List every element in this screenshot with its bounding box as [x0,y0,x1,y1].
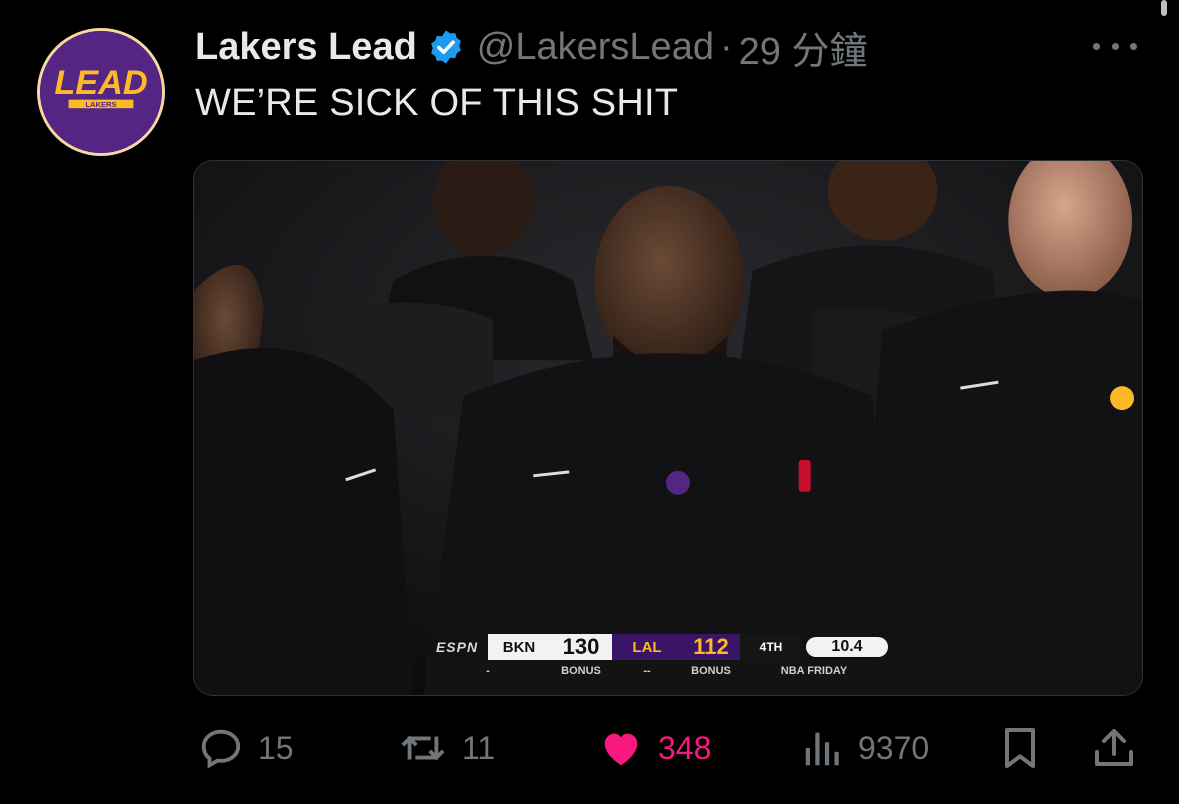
tweet-time[interactable]: 29 分鐘 [739,20,868,75]
network-logo: ESPN [426,634,488,660]
dash-left: - [486,665,490,677]
more-options-icon[interactable] [1093,26,1137,66]
author-handle[interactable]: @LakersLead [477,26,714,69]
reply-button[interactable]: 15 [196,718,294,778]
tweet-header: Lakers Lead @LakersLead · 29 分鐘 [195,20,868,75]
dash-mid: -- [643,665,651,677]
tweet-actions-bar: 15 11 348 9370 [0,718,1179,778]
bookmark-icon [1005,728,1035,768]
bonus-right: BONUS [691,665,731,677]
away-score: 112 [682,634,740,660]
logo-subtext: LAKERS [85,100,116,109]
reply-count: 15 [258,729,294,766]
reply-icon [201,729,241,769]
verified-badge-icon [430,30,461,64]
away-team: LAL [612,634,682,660]
scoreboard-bottom-row: - BONUS -- BONUS NBA FRIDAY [426,660,1118,682]
author-name[interactable]: Lakers Lead [195,26,417,69]
like-button[interactable]: 348 [596,718,711,778]
separator-dot: · [719,25,733,68]
retweet-button[interactable]: 11 [396,718,495,778]
views-button[interactable]: 9370 [800,718,929,778]
home-score: 130 [550,634,612,660]
retweet-icon [401,735,445,761]
avatar[interactable]: LEAD LAKERS [37,28,165,156]
more-dot [1130,42,1137,50]
scoreboard-top-row: ESPN BKN 130 LAL 112 4TH 10.4 [426,634,888,660]
views-icon [805,732,839,766]
like-count: 348 [658,729,712,766]
courtside-bench-photo [194,161,1142,695]
views-count: 9370 [858,729,930,766]
retweet-count: 11 [462,729,496,766]
tweet-text: WE’RE SICK OF THIS SHIT [195,82,679,124]
tweet-media-image[interactable]: ESPN BKN 130 LAL 112 4TH 10.4 - BONUS --… [193,160,1143,696]
scrollbar[interactable] [1161,0,1167,16]
more-dot [1093,42,1100,50]
broadcast-tagline: NBA FRIDAY [780,665,848,677]
game-period: 4TH [740,634,802,660]
bookmark-button[interactable] [996,718,1044,778]
share-button[interactable] [1090,718,1138,778]
bonus-left: BONUS [561,665,601,677]
heart-icon [604,733,638,766]
more-dot [1111,42,1119,50]
lakers-lead-logo: LEAD LAKERS [40,31,162,153]
scoreboard-overlay: ESPN BKN 130 LAL 112 4TH 10.4 - BONUS --… [426,634,1118,684]
home-team: BKN [488,634,550,660]
share-icon [1095,729,1133,766]
logo-text: LEAD [54,64,147,102]
game-clock: 10.4 [806,637,888,657]
